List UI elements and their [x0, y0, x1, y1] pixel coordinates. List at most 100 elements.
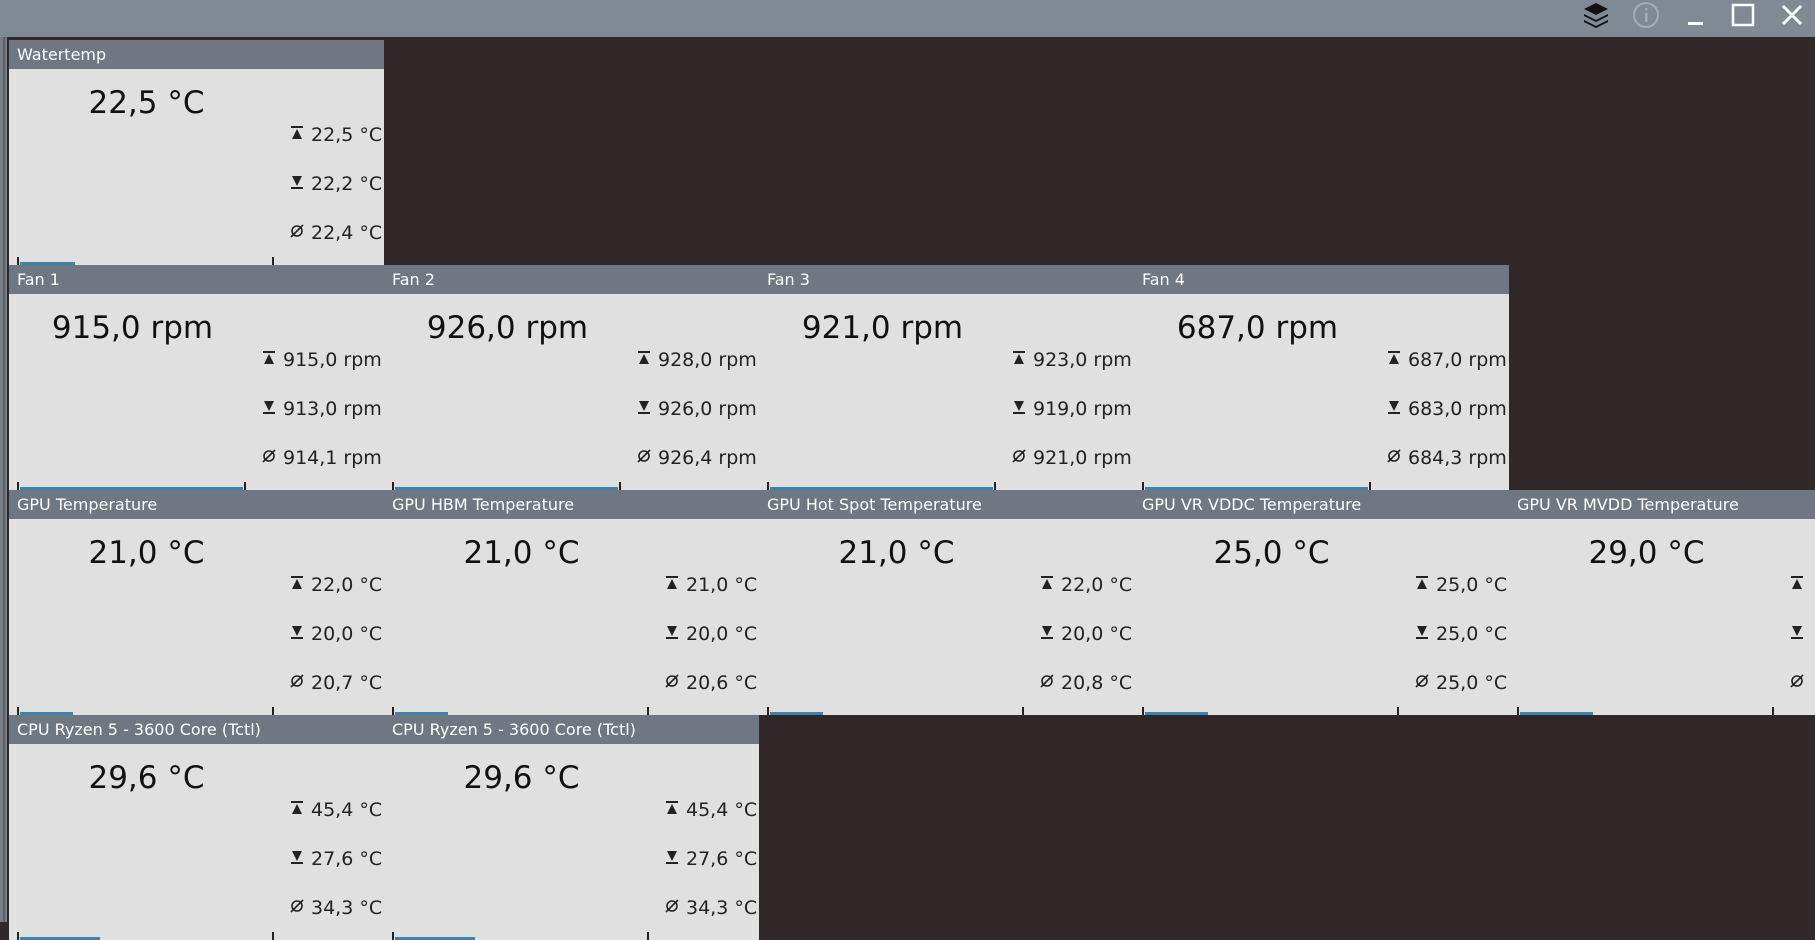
max-stat: 22,0 °C: [1039, 573, 1132, 597]
min-value: 22,2 °C: [311, 173, 383, 195]
average-icon: [261, 447, 277, 469]
current-value: 29,6 °C: [88, 760, 205, 796]
minimize-icon[interactable]: [1675, 0, 1715, 29]
tile-title: Fan 3: [759, 265, 1134, 294]
average-stat: 20,6 °C: [664, 671, 757, 695]
min-value: 27,6 °C: [686, 848, 758, 870]
current-value: 29,0 °C: [1588, 535, 1705, 571]
level-bar: [1142, 707, 1399, 715]
sensor-tile[interactable]: CPU Ryzen 5 - 3600 Core (Tctl) 29,6 °C 45,…: [9, 715, 384, 940]
max-value: 923,0 rpm: [1033, 349, 1132, 371]
sensor-tile[interactable]: Fan 2 926,0 rpm 928,0 rpm 926,0 rpm 926,4 rp…: [384, 265, 759, 490]
level-bar: [17, 932, 274, 940]
tile-title: GPU HBM Temperature: [384, 490, 759, 519]
average-stat: 34,3 °C: [289, 896, 382, 920]
max-value: 22,0 °C: [1061, 574, 1133, 596]
average-icon: [1414, 672, 1430, 694]
sensor-tile[interactable]: Fan 4 687,0 rpm 687,0 rpm 683,0 rpm 684,3 rp…: [1134, 265, 1509, 490]
max-icon: [261, 349, 277, 371]
min-icon: [1414, 623, 1430, 645]
average-value: 34,3 °C: [686, 897, 758, 919]
sensor-tile[interactable]: GPU VR MVDD Temperature29,0 °Ct: [1509, 490, 1815, 715]
tile-title: GPU VR VDDC Temperature: [1134, 490, 1509, 519]
max-stat: 687,0 rpm: [1386, 348, 1507, 372]
max-stat: 22,5 °C: [289, 123, 382, 147]
current-value: 21,0 °C: [88, 535, 205, 571]
min-stat: 27,6 °C: [289, 847, 382, 871]
max-stat: 22,0 °C: [289, 573, 382, 597]
level-bar: [767, 707, 1024, 715]
min-stat: 20,0 °C: [664, 622, 757, 646]
min-stat: 683,0 rpm: [1386, 397, 1507, 421]
max-value: 22,5 °C: [311, 124, 383, 146]
max-value: 45,4 °C: [686, 799, 758, 821]
average-stat: 25,0 °C: [1414, 671, 1507, 695]
min-stat: 20,0 °C: [289, 622, 382, 646]
current-value: 21,0 °C: [463, 535, 580, 571]
average-icon: [664, 897, 680, 919]
min-stat: 20,0 °C: [1039, 622, 1132, 646]
average-value: 914,1 rpm: [283, 447, 382, 469]
min-icon: [289, 848, 305, 870]
min-value: 20,0 °C: [311, 623, 383, 645]
average-icon: [1011, 447, 1027, 469]
window-titlebar: [0, 0, 1815, 37]
sensor-tile[interactable]: Fan 1 915,0 rpm 915,0 rpm 913,0 rpm 914,1 rp…: [9, 265, 384, 490]
sensor-tile[interactable]: GPU VR VDDC Temperature 25,0 °C 25,0 °C 25,…: [1134, 490, 1509, 715]
max-stat: 25,0 °C: [1414, 573, 1507, 597]
average-stat: 20,8 °C: [1039, 671, 1132, 695]
min-value: 27,6 °C: [311, 848, 383, 870]
min-icon: [261, 398, 277, 420]
level-bar: [392, 932, 649, 940]
info-icon[interactable]: [1626, 0, 1666, 29]
level-bar: [1142, 482, 1371, 490]
maximize-icon[interactable]: [1723, 0, 1763, 29]
level-bar-fill: [1145, 712, 1208, 715]
min-stat: 25,0 °C: [1414, 622, 1507, 646]
sensor-tile[interactable]: GPU HBM Temperature 21,0 °C 21,0 °C 20,0 °C…: [384, 490, 759, 715]
average-value: 921,0 rpm: [1033, 447, 1132, 469]
tile-title: GPU VR MVDD Temperature: [1509, 490, 1815, 519]
tile-title: Fan 2: [384, 265, 759, 294]
max-stat: 21,0 °C: [664, 573, 757, 597]
level-bar: [17, 707, 274, 715]
max-stat: 923,0 rpm: [1011, 348, 1132, 372]
min-value: 20,0 °C: [1061, 623, 1133, 645]
max-icon: [289, 124, 305, 146]
current-value: 21,0 °C: [838, 535, 955, 571]
layers-icon[interactable]: [1576, 0, 1616, 29]
sensor-tile[interactable]: GPU Temperature 21,0 °C 22,0 °C 20,0 °C 20,7…: [9, 490, 384, 715]
max-icon: [664, 574, 680, 596]
max-value: 21,0 °C: [686, 574, 758, 596]
min-icon: [1011, 398, 1027, 420]
current-value: 29,6 °C: [463, 760, 580, 796]
max-stat: [1789, 573, 1811, 597]
tile-title: Fan 4: [1134, 265, 1509, 294]
sensor-tile[interactable]: GPU Hot Spot Temperature 21,0 °C 22,0 °C 20…: [759, 490, 1134, 715]
min-value: 683,0 rpm: [1408, 398, 1507, 420]
average-icon: [1386, 447, 1402, 469]
min-icon: [289, 173, 305, 195]
close-icon[interactable]: [1772, 0, 1812, 29]
min-stat: 926,0 rpm: [636, 397, 757, 421]
sensor-tile[interactable]: Fan 3 921,0 rpm 923,0 rpm 919,0 rpm 921,0 rp…: [759, 265, 1134, 490]
min-stat: 913,0 rpm: [261, 397, 382, 421]
average-value: 22,4 °C: [311, 222, 383, 244]
tile-title: Watertemp: [9, 40, 384, 69]
max-icon: [289, 574, 305, 596]
current-value: 25,0 °C: [1213, 535, 1330, 571]
level-bar: [392, 482, 621, 490]
average-stat: 22,4 °C: [289, 221, 382, 245]
current-value: 915,0 rpm: [51, 310, 214, 346]
min-icon: [1039, 623, 1055, 645]
max-icon: [1414, 574, 1430, 596]
sensor-tile[interactable]: CPU Ryzen 5 - 3600 Core (Tctl) 29,6 °C 45,…: [384, 715, 759, 940]
average-value: 20,8 °C: [1061, 672, 1133, 694]
sensor-tile[interactable]: Watertemp22,5 °C22,5 °C22,2 °C22,4 °Ct15…: [9, 40, 384, 265]
average-stat: 34,3 °C: [664, 896, 757, 920]
max-icon: [1011, 349, 1027, 371]
max-icon: [1789, 574, 1805, 596]
min-icon: [1789, 623, 1805, 645]
max-value: 928,0 rpm: [658, 349, 757, 371]
level-bar: [392, 707, 649, 715]
